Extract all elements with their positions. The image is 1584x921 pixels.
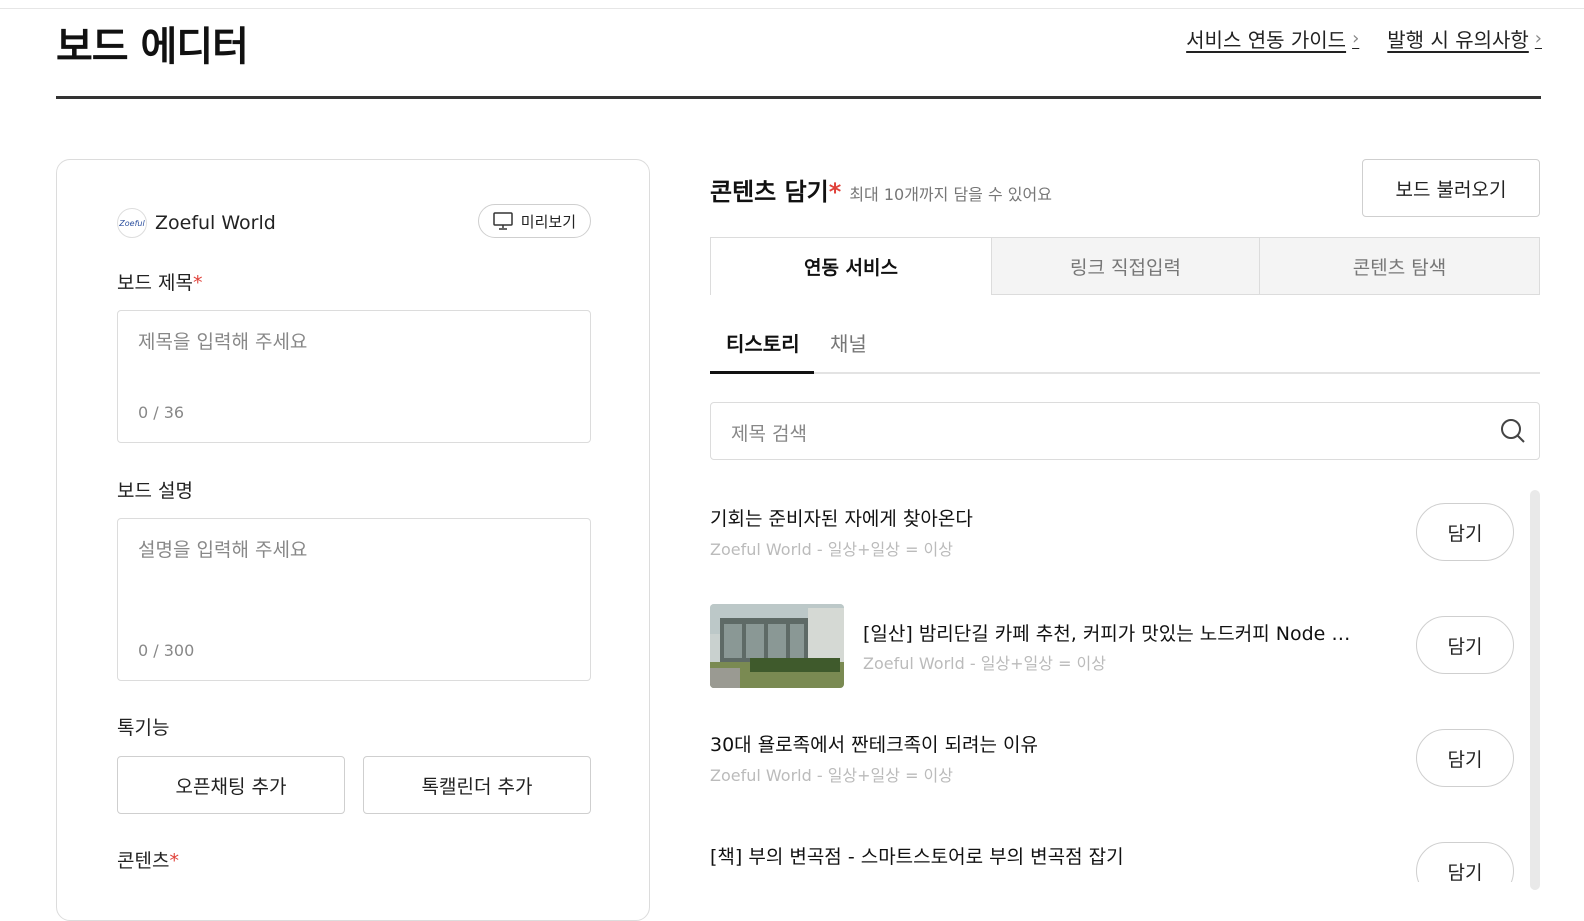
board-title-placeholder: 제목을 입력해 주세요 (138, 331, 308, 353)
talk-calendar-add-button[interactable]: 톡캘린더 추가 (363, 756, 591, 814)
tab-direct-link[interactable]: 링크 직접입력 (992, 237, 1260, 295)
open-chat-add-button[interactable]: 오픈채팅 추가 (117, 756, 345, 814)
board-editor-panel: Zoeful Zoeful World 미리보기 보드 제목* 제목을 입력해 … (56, 159, 650, 921)
account-info: Zoeful Zoeful World (117, 208, 276, 238)
talk-feature-label: 톡기능 (117, 717, 170, 739)
title-search-input[interactable]: 제목 검색 (710, 402, 1540, 460)
chevron-right-icon: › (1352, 28, 1360, 49)
page-title: 보드 에디터 (56, 24, 249, 70)
board-desc-char-count: 0 / 300 (138, 641, 195, 660)
board-title-label-text: 보드 제목 (117, 272, 193, 294)
board-title-char-count: 0 / 36 (138, 403, 185, 422)
list-item-meta: Zoeful World - 일상+일상 = 이상 (863, 654, 1106, 673)
account-logo: Zoeful (117, 208, 147, 238)
account-name: Zoeful World (155, 212, 276, 234)
add-content-button[interactable]: 담기 (1416, 842, 1514, 882)
service-subtabs: 티스토리 채널 (710, 318, 1540, 374)
add-content-button[interactable]: 담기 (1416, 616, 1514, 674)
list-item: [일산] 밤리단길 카페 추천, 커피가 맛있는 노드커피 Node Coffe… (710, 604, 1516, 688)
title-search-placeholder: 제목 검색 (731, 423, 807, 445)
list-item-title: [책] 부의 변곡점 - 스마트스토어로 부의 변곡점 잡기 (710, 846, 1124, 868)
content-picker-header: 콘텐츠 담기* 최대 10개까지 담을 수 있어요 (710, 172, 1052, 207)
content-picker-title-text: 콘텐츠 담기 (710, 178, 829, 206)
content-picker-title: 콘텐츠 담기* (710, 172, 841, 207)
subtab-channel[interactable]: 채널 (830, 328, 867, 357)
load-board-button[interactable]: 보드 불러오기 (1362, 159, 1540, 217)
add-content-button[interactable]: 담기 (1416, 729, 1514, 787)
header-links: 서비스 연동 가이드 › 발행 시 유의사항 › (1186, 24, 1542, 53)
search-icon[interactable] (1499, 417, 1527, 445)
required-mark: * (169, 850, 179, 872)
top-divider (0, 8, 1584, 9)
publish-notes-label: 발행 시 유의사항 (1387, 28, 1529, 52)
list-item-meta: Zoeful World - 일상+일상 = 이상 (710, 766, 953, 785)
required-mark: * (828, 178, 842, 206)
board-title-input[interactable]: 제목을 입력해 주세요 0 / 36 (117, 310, 591, 443)
list-item-title: 30대 욜로족에서 짠테크족이 되려는 이유 (710, 734, 1039, 756)
list-item: [책] 부의 변곡점 - 스마트스토어로 부의 변곡점 잡기 담기 (710, 840, 1516, 882)
content-list-scrollbar[interactable] (1530, 490, 1540, 890)
add-content-button[interactable]: 담기 (1416, 503, 1514, 561)
tab-linked-service[interactable]: 연동 서비스 (710, 237, 992, 295)
chevron-right-icon: › (1534, 28, 1542, 49)
board-desc-label: 보드 설명 (117, 480, 193, 502)
content-label: 콘텐츠* (117, 846, 179, 873)
board-title-label: 보드 제목* (117, 268, 202, 295)
service-guide-label: 서비스 연동 가이드 (1186, 28, 1347, 52)
publish-notes-link[interactable]: 발행 시 유의사항 › (1387, 24, 1542, 53)
content-picker-hint: 최대 10개까지 담을 수 있어요 (849, 185, 1052, 204)
content-label-text: 콘텐츠 (117, 850, 170, 872)
list-item: 기회는 준비자된 자에게 찾아온다 Zoeful World - 일상+일상 =… (710, 500, 1516, 570)
list-item-meta: Zoeful World - 일상+일상 = 이상 (710, 540, 953, 559)
preview-label: 미리보기 (520, 212, 576, 231)
tab-content-explore[interactable]: 콘텐츠 탐색 (1260, 237, 1540, 295)
monitor-icon (493, 212, 513, 230)
board-desc-input[interactable]: 설명을 입력해 주세요 0 / 300 (117, 518, 591, 681)
preview-button[interactable]: 미리보기 (477, 204, 591, 238)
service-guide-link[interactable]: 서비스 연동 가이드 › (1186, 24, 1359, 53)
subtab-tistory[interactable]: 티스토리 (726, 328, 800, 357)
list-item-title: [일산] 밤리단길 카페 추천, 커피가 맛있는 노드커피 Node Coffe… (863, 623, 1363, 645)
list-item-thumbnail (710, 604, 844, 688)
active-subtab-indicator (710, 371, 814, 374)
list-item-title: 기회는 준비자된 자에게 찾아온다 (710, 508, 973, 530)
required-mark: * (192, 272, 203, 294)
header-divider (56, 96, 1541, 99)
source-tabs: 연동 서비스 링크 직접입력 콘텐츠 탐색 (710, 237, 1540, 295)
board-desc-placeholder: 설명을 입력해 주세요 (138, 539, 308, 561)
list-item: 30대 욜로족에서 짠테크족이 되려는 이유 Zoeful World - 일상… (710, 726, 1516, 796)
